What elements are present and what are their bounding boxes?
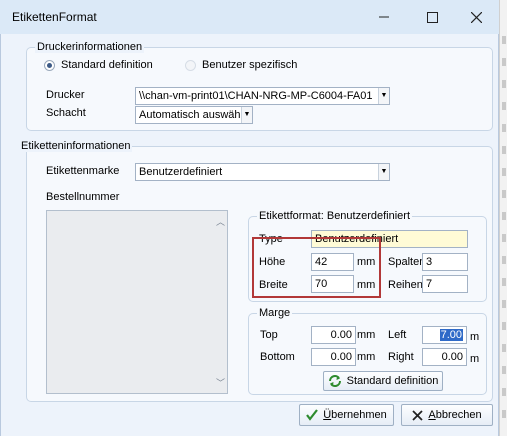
left-margin-label: Left (388, 329, 407, 341)
user-specific-radio[interactable] (185, 60, 196, 71)
columns-input[interactable]: 3 (422, 253, 468, 271)
columns-value: 3 (426, 256, 433, 268)
minimize-button[interactable] (361, 0, 407, 34)
top-margin-value: 0.00 (330, 329, 352, 341)
chevron-down-icon: ▼ (378, 88, 389, 104)
user-specific-label: Benutzer spezifisch (202, 59, 298, 71)
label-format-legend: Etikettformat: Benutzerdefiniert (257, 210, 413, 222)
top-margin-input[interactable]: 0.00 (311, 326, 356, 344)
brand-value: Benutzerdefiniert (139, 166, 223, 178)
bottom-margin-input[interactable]: 0.00 (311, 348, 356, 366)
bottom-margin-label: Bottom (260, 351, 295, 363)
brand-select[interactable]: Benutzerdefiniert ▼ (135, 163, 390, 181)
chevron-down-icon: ▼ (241, 107, 252, 123)
refresh-icon (328, 375, 341, 387)
minimize-icon (379, 16, 389, 18)
bottom-margin-unit: mm (357, 351, 376, 363)
cancel-button[interactable]: Abbrechen (401, 404, 493, 426)
left-margin-value: 7.00 (439, 329, 463, 341)
close-button[interactable] (453, 0, 499, 34)
checkmark-icon (306, 409, 319, 421)
margin-legend: Marge (257, 307, 293, 319)
scroll-down-icon[interactable]: ﹀ (216, 376, 225, 389)
highlight-box (252, 237, 381, 298)
chevron-down-icon: ▼ (378, 164, 389, 180)
window-title: EtikettenFormat (12, 10, 97, 24)
rows-input[interactable]: 7 (422, 275, 468, 293)
order-number-list[interactable]: ︿ ﹀ (46, 210, 228, 394)
standard-definition-radio[interactable] (44, 60, 55, 71)
cancel-button-label: Abbrechen (428, 409, 482, 421)
columns-label: Spalten (388, 256, 426, 268)
right-margin-unit: m (470, 353, 480, 365)
rows-value: 7 (426, 278, 433, 290)
close-icon (470, 11, 482, 23)
order-number-label: Bestellnummer (46, 191, 120, 203)
brand-label: Etikettenmarke (46, 165, 120, 177)
apply-button-label: Übernehmen (323, 409, 387, 421)
printer-info-legend: Druckerinformationen (35, 41, 145, 53)
tray-label: Schacht (46, 107, 86, 119)
standard-definition-button-label: Standard definition (346, 375, 439, 387)
tray-select[interactable]: Automatisch auswähl ▼ (135, 106, 253, 124)
close-icon (412, 409, 424, 421)
apply-button[interactable]: Übernehmen (299, 404, 394, 426)
bottom-margin-value: 0.00 (330, 351, 352, 363)
scroll-up-icon[interactable]: ︿ (216, 215, 225, 228)
printer-label: Drucker (46, 89, 85, 101)
printer-select[interactable]: \\chan-vm-print01\CHAN-NRG-MP-C6004-FA01… (135, 87, 390, 105)
label-info-legend: Etiketteninformationen (19, 140, 133, 152)
background-window-edge (499, 0, 507, 436)
top-margin-unit: mm (357, 329, 376, 341)
top-margin-label: Top (260, 329, 278, 341)
maximize-icon (426, 11, 438, 23)
standard-definition-label: Standard definition (61, 59, 153, 71)
printer-value: \\chan-vm-print01\CHAN-NRG-MP-C6004-FA01 (139, 90, 373, 102)
tray-value: Automatisch auswähl (139, 109, 243, 121)
right-margin-input[interactable]: 0.00 (422, 348, 467, 366)
right-margin-value: 0.00 (441, 351, 463, 363)
maximize-button[interactable] (409, 0, 455, 34)
left-margin-unit: m (470, 331, 480, 343)
standard-definition-button[interactable]: Standard definition (323, 371, 443, 391)
right-margin-label: Right (388, 351, 414, 363)
rows-label: Reihen (388, 279, 423, 291)
left-margin-input[interactable]: 7.00 (422, 326, 467, 344)
